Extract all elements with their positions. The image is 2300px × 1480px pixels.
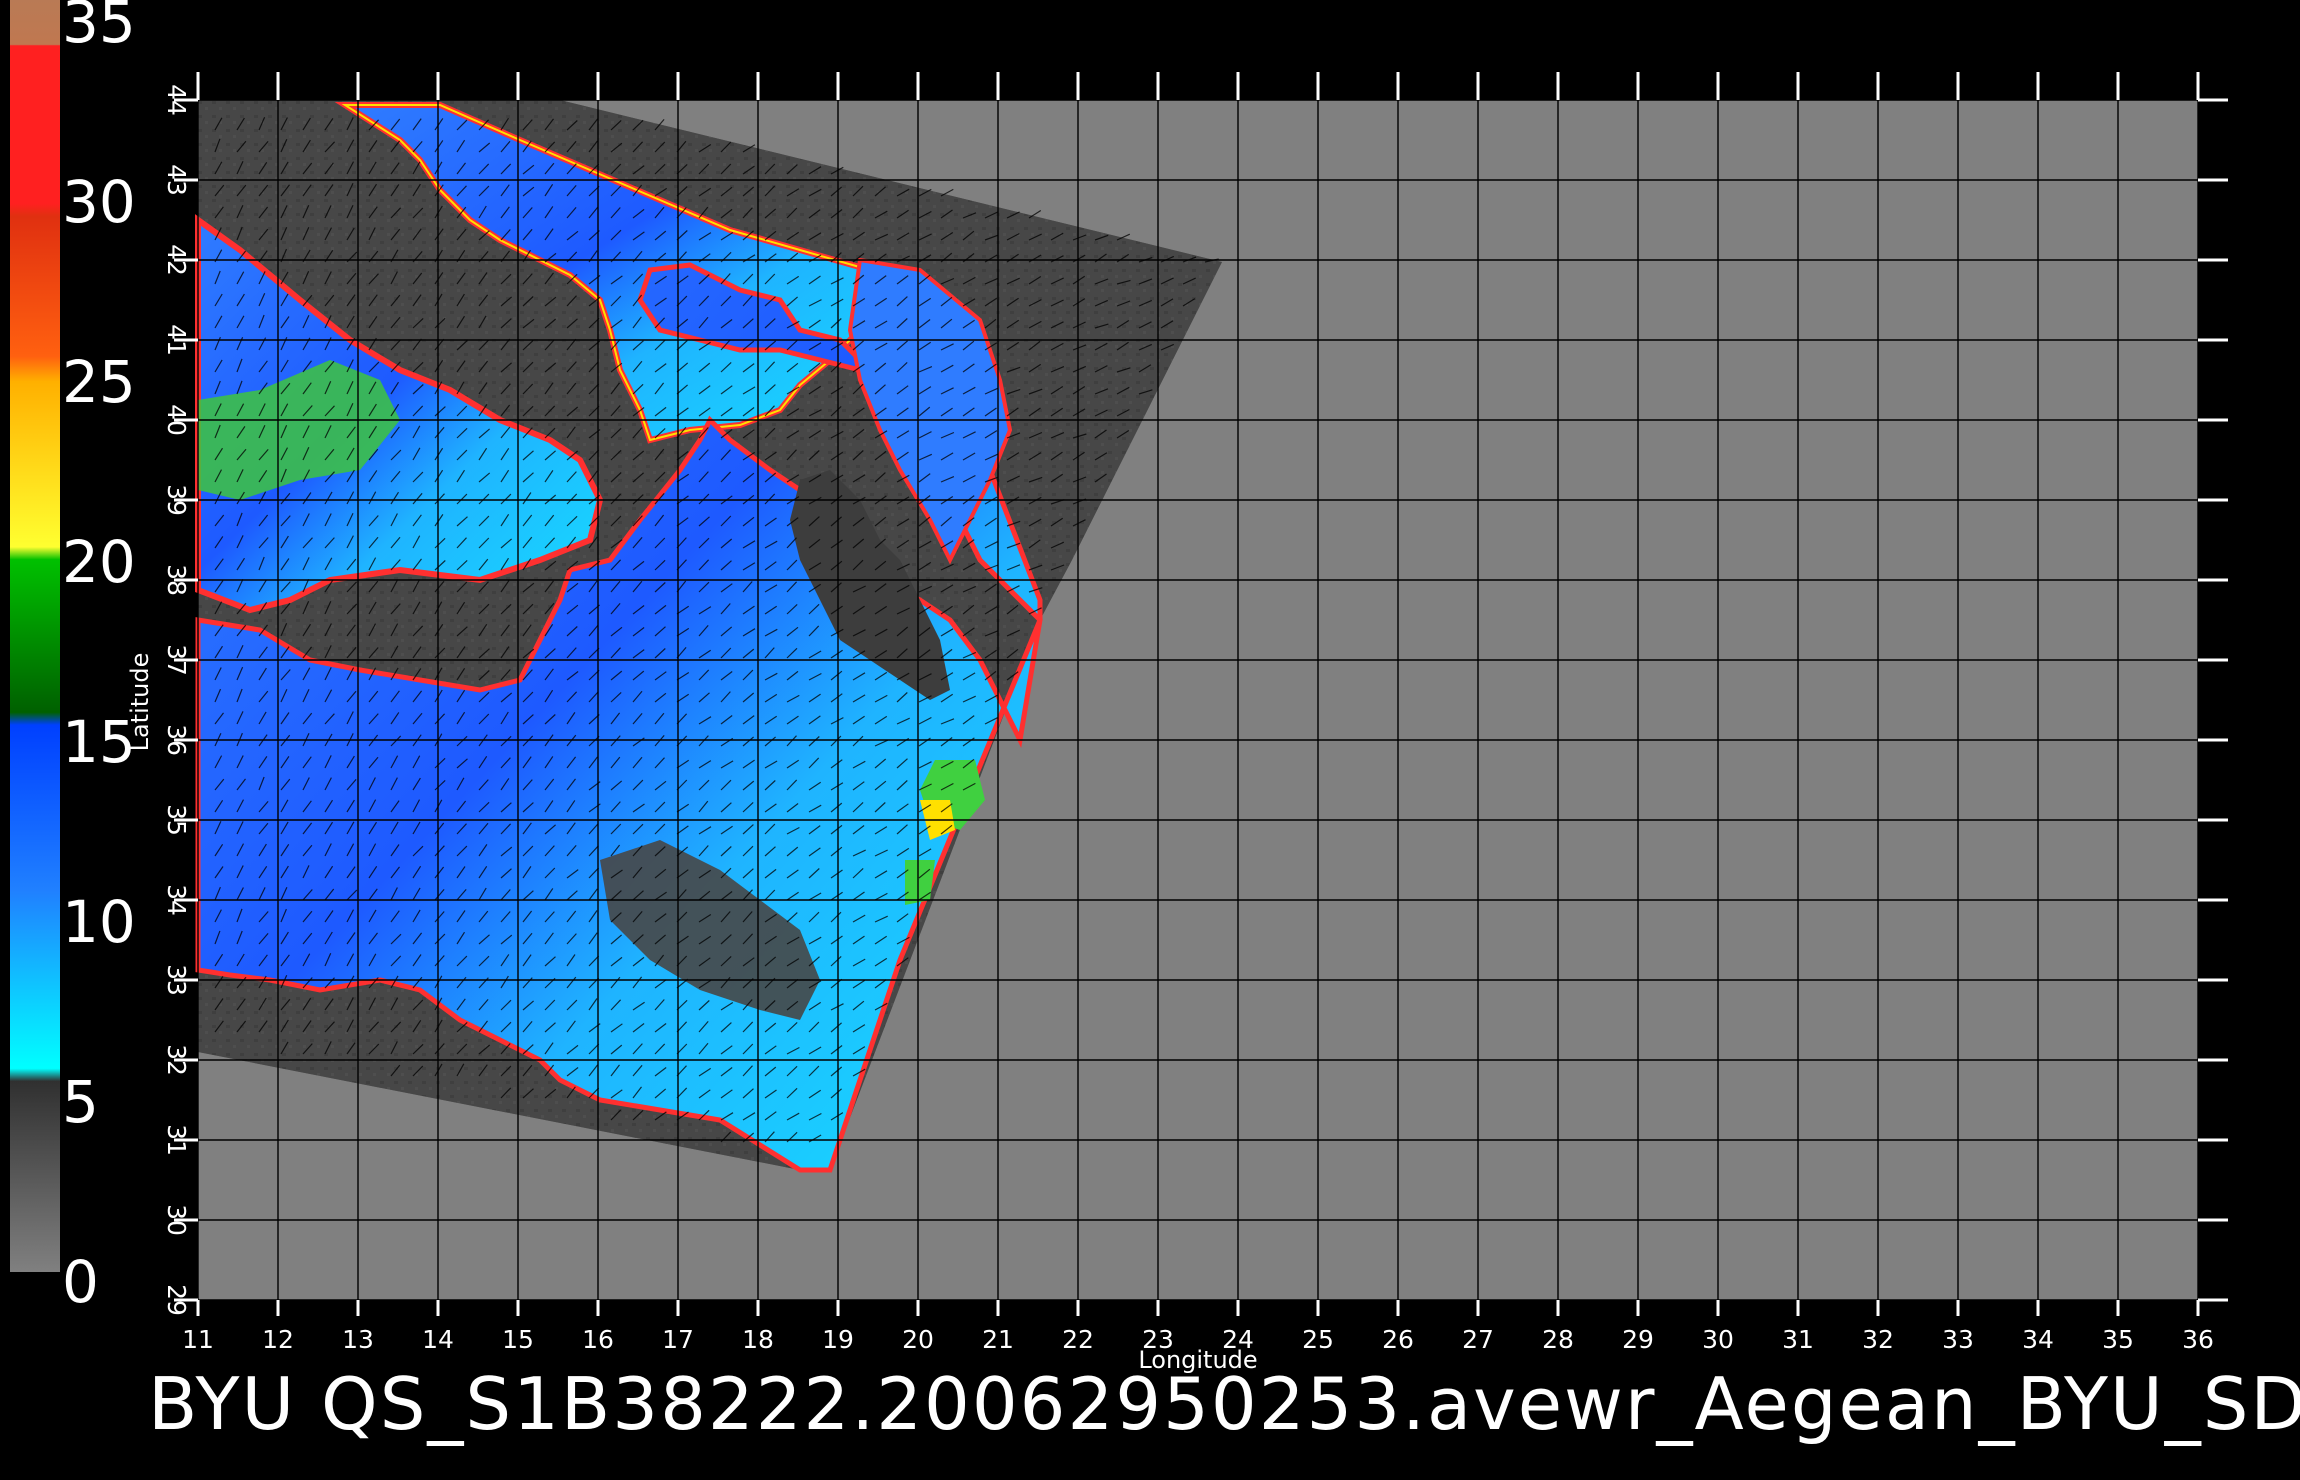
colorbar-label: 35 bbox=[62, 0, 136, 56]
x-tick-label: 33 bbox=[1942, 1325, 1974, 1354]
x-tick-label: 27 bbox=[1462, 1325, 1494, 1354]
y-tick-label: 33 bbox=[162, 964, 191, 996]
colorbar: 35 30 25 20 15 10 5 0 bbox=[10, 0, 136, 1316]
y-tick-label: 35 bbox=[162, 804, 191, 836]
x-tick-label: 25 bbox=[1302, 1325, 1334, 1354]
y-tick-label: 37 bbox=[162, 644, 191, 676]
y-tick-label: 41 bbox=[162, 324, 191, 356]
x-tick-label: 30 bbox=[1702, 1325, 1734, 1354]
x-tick-label: 22 bbox=[1062, 1325, 1094, 1354]
y-tick-label: 40 bbox=[162, 404, 191, 436]
x-tick-label: 34 bbox=[2022, 1325, 2054, 1354]
y-tick-label: 38 bbox=[162, 564, 191, 596]
y-tick-label: 39 bbox=[162, 484, 191, 516]
x-tick-label: 31 bbox=[1782, 1325, 1814, 1354]
y-tick-label: 36 bbox=[162, 724, 191, 756]
x-tick-label: 26 bbox=[1382, 1325, 1414, 1354]
footer-filename: BYU QS_S1B38222.20062950253.avewr_Aegean… bbox=[148, 1362, 2300, 1446]
x-tick-label: 32 bbox=[1862, 1325, 1894, 1354]
x-tick-label: 20 bbox=[902, 1325, 934, 1354]
x-tick-label: 11 bbox=[182, 1325, 214, 1354]
x-tick-label: 35 bbox=[2102, 1325, 2134, 1354]
colorbar-label: 10 bbox=[62, 888, 136, 956]
y-tick-label: 32 bbox=[162, 1044, 191, 1076]
map-plot: 11 12 13 14 15 16 17 18 19 20 21 22 23 24 25 26 27 28 29 30… bbox=[126, 72, 2228, 1374]
x-tick-label: 17 bbox=[662, 1325, 694, 1354]
y-tick-label: 34 bbox=[162, 884, 191, 916]
colorbar-gradient bbox=[10, 0, 60, 1272]
colorbar-label: 5 bbox=[62, 1068, 99, 1136]
y-tick-label: 30 bbox=[162, 1204, 191, 1236]
colorbar-label: 20 bbox=[62, 528, 136, 596]
y-tick-label: 43 bbox=[162, 164, 191, 196]
x-tick-label: 28 bbox=[1542, 1325, 1574, 1354]
x-tick-label: 21 bbox=[982, 1325, 1014, 1354]
y-tick-label: 44 bbox=[162, 84, 191, 116]
x-tick-label: 14 bbox=[422, 1325, 454, 1354]
x-tick-label: 18 bbox=[742, 1325, 774, 1354]
colorbar-label: 15 bbox=[62, 708, 136, 776]
x-tick-label: 19 bbox=[822, 1325, 854, 1354]
x-tick-label: 13 bbox=[342, 1325, 374, 1354]
y-axis-title: Latitude bbox=[126, 653, 154, 752]
y-tick-label: 42 bbox=[162, 244, 191, 276]
x-tick-label: 36 bbox=[2182, 1325, 2214, 1354]
y-tick-label: 29 bbox=[162, 1284, 191, 1316]
y-tick-label: 31 bbox=[162, 1124, 191, 1156]
x-tick-label: 12 bbox=[262, 1325, 294, 1354]
wind-map-figure: 35302520151050 11 12 13 14 15 16 17 18 19 2 bbox=[10, 0, 2228, 1374]
colorbar-label: 25 bbox=[62, 348, 136, 416]
x-tick-label: 29 bbox=[1622, 1325, 1654, 1354]
x-tick-label: 16 bbox=[582, 1325, 614, 1354]
x-tick-label: 15 bbox=[502, 1325, 534, 1354]
colorbar-label: 30 bbox=[62, 168, 136, 236]
colorbar-label: 0 bbox=[62, 1248, 99, 1316]
